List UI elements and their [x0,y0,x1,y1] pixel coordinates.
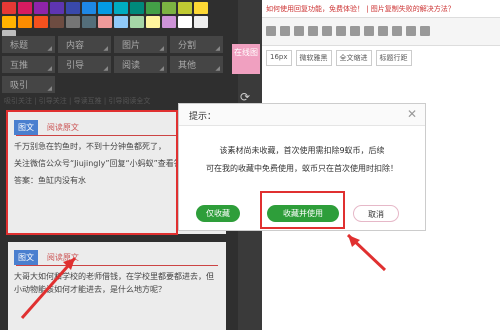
annotation-arrows [20,233,387,319]
